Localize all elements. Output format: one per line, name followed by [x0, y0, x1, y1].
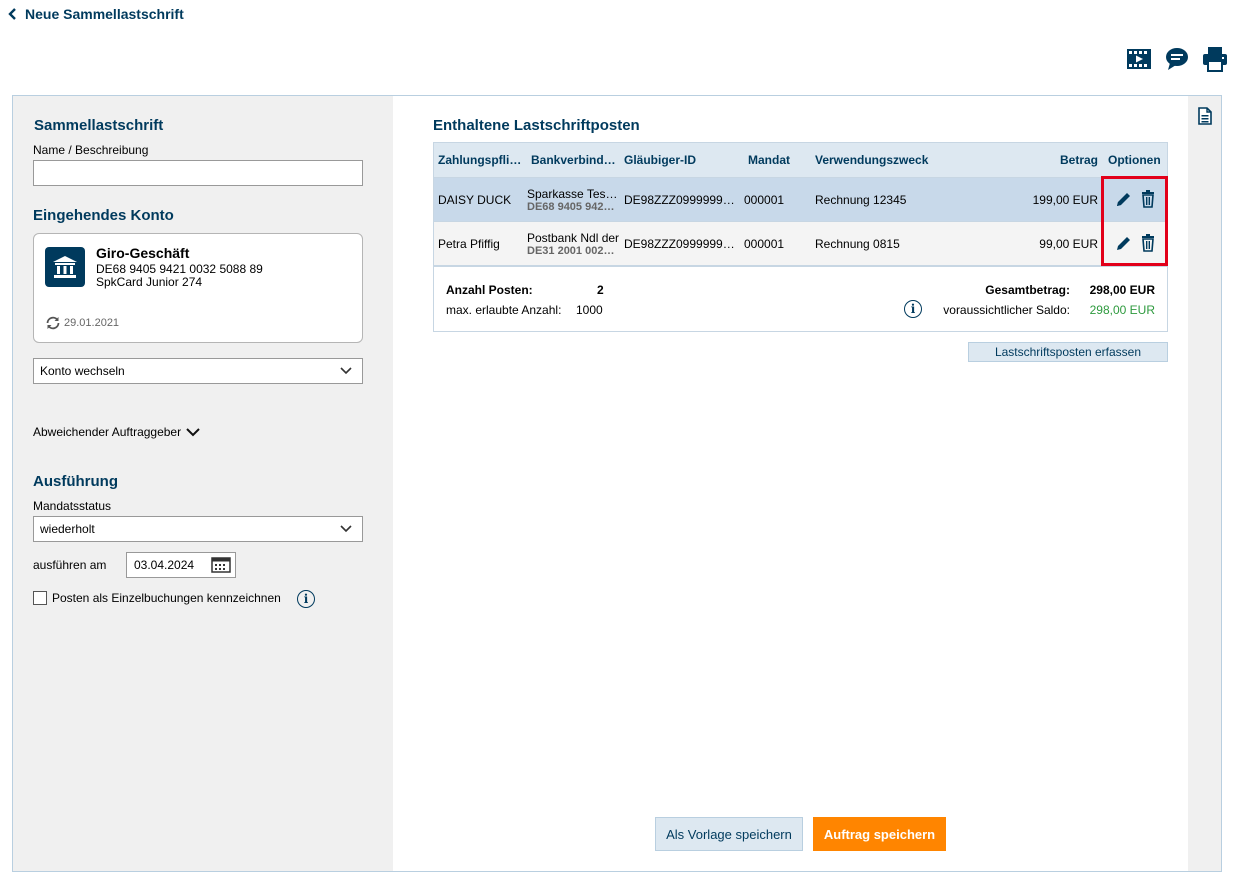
account-card[interactable]: Giro-Geschäft DE68 9405 9421 0032 5088 8…: [33, 233, 363, 343]
row-payer: Petra Pfiffig: [438, 237, 500, 251]
row-bank-iban: DE68 9405 942…: [527, 201, 615, 213]
row-mandate: 000001: [744, 193, 785, 207]
calendar-icon[interactable]: [211, 557, 231, 573]
info-icon[interactable]: i: [904, 300, 922, 318]
chevron-down-icon: [340, 367, 352, 375]
toolbar: [1126, 46, 1228, 72]
section-title-execution: Ausführung: [33, 473, 118, 490]
table-header: Zahlungspfli… Bankverbind… Gläubiger-ID …: [433, 142, 1168, 177]
chevron-down-icon: [186, 427, 200, 436]
page-title: Neue Sammellastschrift: [25, 6, 184, 22]
sync-date: 29.01.2021: [64, 317, 120, 329]
bank-icon: [45, 247, 85, 287]
right-strip: [1188, 96, 1221, 871]
account-card-name: SpkCard Junior 274: [96, 275, 203, 289]
row-payer: DAISY DUCK: [438, 193, 512, 207]
switch-account-select[interactable]: Konto wechseln: [33, 358, 363, 384]
col-payer[interactable]: Zahlungspfli…: [438, 153, 526, 167]
sync-info: 29.01.2021: [45, 316, 119, 330]
col-options: Optionen: [1108, 153, 1161, 167]
max-value: 1000: [576, 303, 603, 317]
row-creditor-id: DE98ZZZ0999999…: [624, 237, 735, 251]
info-icon[interactable]: i: [297, 590, 315, 608]
print-icon[interactable]: [1202, 46, 1228, 72]
total-value: 298,00 EUR: [1089, 283, 1155, 297]
refresh-icon: [46, 316, 60, 330]
options-highlight: [1101, 176, 1168, 266]
row-purpose: Rechnung 12345: [815, 193, 907, 207]
max-label: max. erlaubte Anzahl:: [446, 303, 562, 317]
add-item-button[interactable]: Lastschriftsposten erfassen: [968, 342, 1168, 362]
section-title-sammellastschrift: Sammellastschrift: [34, 117, 164, 134]
back-link[interactable]: Neue Sammellastschrift: [8, 6, 184, 22]
count-value: 2: [597, 283, 604, 297]
table-row[interactable]: Petra Pfiffig Postbank Ndl der DE31 2001…: [433, 221, 1168, 266]
col-amount[interactable]: Betrag: [1024, 153, 1098, 167]
row-amount: 99,00 EUR: [1039, 237, 1098, 251]
row-bank-iban: DE31 2001 002…: [527, 245, 615, 257]
save-template-button[interactable]: Als Vorlage speichern: [655, 817, 803, 851]
chevron-down-icon: [340, 525, 352, 533]
row-bank: Sparkasse Testins: [527, 187, 620, 201]
account-iban: DE68 9405 9421 0032 5088 89: [96, 262, 263, 276]
row-mandate: 000001: [744, 237, 785, 251]
mandate-status-select[interactable]: wiederholt: [33, 516, 363, 542]
single-booking-checkbox[interactable]: [33, 591, 47, 605]
account-name: Giro-Geschäft: [96, 245, 190, 261]
document-icon[interactable]: [1198, 107, 1212, 128]
chevron-left-icon: [8, 8, 16, 20]
mandate-status-label: Mandatsstatus: [33, 499, 112, 513]
row-purpose: Rechnung 0815: [815, 237, 900, 251]
total-label: Gesamtbetrag:: [985, 283, 1070, 297]
execute-date-value: 03.04.2024: [134, 558, 195, 572]
count-label: Anzahl Posten:: [446, 283, 533, 297]
name-input[interactable]: [33, 160, 363, 186]
col-creditor-id[interactable]: Gläubiger-ID: [624, 153, 734, 167]
items-title: Enthaltene Lastschriftposten: [433, 117, 640, 134]
name-label: Name / Beschreibung: [33, 143, 149, 157]
different-originator-label: Abweichender Auftraggeber: [33, 425, 182, 439]
table-row[interactable]: DAISY DUCK Sparkasse Testins DE68 9405 9…: [433, 177, 1168, 221]
summary-box: Anzahl Posten: 2 max. erlaubte Anzahl: 1…: [433, 266, 1168, 332]
save-order-button[interactable]: Auftrag speichern: [813, 817, 946, 851]
mandate-status-value: wiederholt: [40, 522, 95, 536]
different-originator-toggle[interactable]: Abweichender Auftraggeber: [33, 425, 200, 439]
video-icon[interactable]: [1126, 46, 1152, 72]
single-booking-label: Posten als Einzelbuchungen kennzeichnen: [52, 591, 281, 605]
execute-on-label: ausführen am: [33, 558, 107, 572]
balance-value: 298,00 EUR: [1089, 303, 1155, 317]
row-amount: 199,00 EUR: [1032, 193, 1098, 207]
row-bank: Postbank Ndl der: [527, 231, 620, 245]
balance-label: voraussichtlicher Saldo:: [943, 303, 1070, 317]
section-title-account: Eingehendes Konto: [33, 207, 174, 224]
col-bank[interactable]: Bankverbind…: [531, 153, 619, 167]
chat-icon[interactable]: [1164, 46, 1190, 72]
col-purpose[interactable]: Verwendungszweck: [815, 153, 955, 167]
row-creditor-id: DE98ZZZ0999999…: [624, 193, 735, 207]
col-mandate[interactable]: Mandat: [748, 153, 808, 167]
switch-account-label: Konto wechseln: [40, 364, 125, 378]
execute-date-field[interactable]: 03.04.2024: [126, 552, 236, 578]
